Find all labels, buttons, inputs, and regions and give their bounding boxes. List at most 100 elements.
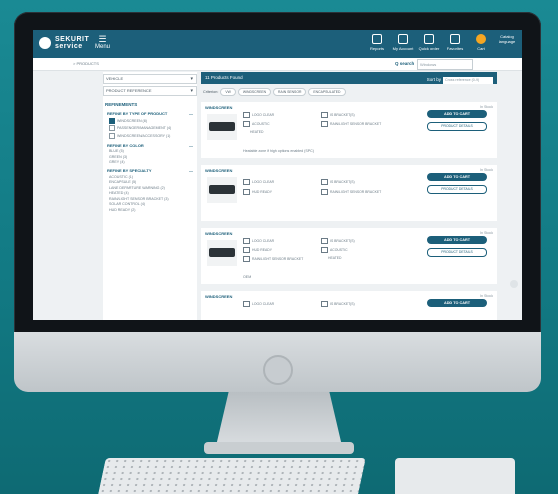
user-icon (398, 34, 408, 44)
refine-specialty-title[interactable]: REFINE BY SPECIALTY — (107, 168, 197, 173)
stock-status: In Stock (480, 168, 493, 172)
collapse-icon: — (189, 111, 193, 116)
spec-icon (243, 179, 250, 185)
refine-option[interactable]: HEATED (4) (109, 191, 197, 195)
refine-option[interactable]: WINDSCREEN (8) (109, 117, 197, 124)
spec-item: LOGO CLEAR (243, 301, 274, 307)
product-image[interactable] (207, 114, 237, 140)
refine-option[interactable]: PASSENGER/MANAGEMENT (4) (109, 125, 197, 131)
criteria-chip[interactable]: WINDSCREEN (237, 88, 272, 96)
scroll-to-top-button[interactable] (510, 280, 518, 288)
spec-icon (321, 112, 328, 118)
product-title[interactable]: WINDSCREEN (205, 105, 232, 110)
refine-option-label: PASSENGER/MANAGEMENT (4) (117, 126, 172, 130)
product-card: WINDSCREEN In Stock LOGO CLEAR IS BRACKE… (201, 102, 497, 158)
spec-item: IS BRACKET(S) (321, 238, 355, 244)
product-image[interactable] (207, 240, 237, 266)
keyboard (98, 458, 366, 494)
product-details-button[interactable]: PRODUCT DETAILS (427, 185, 487, 194)
refine-option[interactable]: SOLAR CONTROL (4) (109, 202, 197, 206)
criteria-chip[interactable]: RAIN SENSOR (273, 88, 307, 96)
search-bar-row: > PRODUCTS Q search Windows (33, 58, 522, 71)
refine-option[interactable]: WINDSCREEN/ACCESSORY (1) (109, 132, 197, 139)
add-to-cart-button[interactable]: ADD TO CART (427, 173, 487, 181)
refine-option[interactable]: GREY (4) (109, 160, 197, 164)
favorites-label: Favorites (446, 46, 464, 51)
add-to-cart-button[interactable]: ADD TO CART (427, 236, 487, 244)
refine-option[interactable]: BLUE (5) (109, 149, 197, 153)
product-title[interactable]: WINDSCREEN (205, 231, 232, 236)
product-card: WINDSCREEN In Stock LOGO CLEAR IS BRACKE… (201, 291, 497, 320)
criteria-label: Criterion: (203, 90, 219, 94)
menu-label: Menu (95, 44, 111, 50)
collapse-icon: — (189, 142, 193, 148)
monitor-stand (216, 392, 342, 446)
refine-option[interactable]: GREEN (3) (109, 155, 197, 159)
brand-logo[interactable]: SEKURIT service (39, 36, 89, 50)
menu-button[interactable]: ☰ Menu (95, 35, 111, 51)
stock-status: In Stock (480, 294, 493, 298)
cart-icon (476, 34, 486, 44)
chevron-down-icon: ▾ (190, 76, 193, 82)
spec-label: IS BRACKET(S) (330, 302, 355, 306)
criteria-chip[interactable]: VW (220, 88, 236, 96)
star-icon (450, 34, 460, 44)
my-account-button[interactable]: My Account (392, 34, 414, 51)
spec-item: LOGO CLEAR (243, 112, 274, 118)
product-title[interactable]: WINDSCREEN (205, 168, 232, 173)
refine-option[interactable]: RAIN/LIGHT SENSOR BRACKET (3) (109, 197, 197, 201)
refine-type-title[interactable]: REFINE BY TYPE OF PRODUCT — (107, 111, 197, 116)
product-details-button[interactable]: PRODUCT DETAILS (427, 248, 487, 257)
product-card: WINDSCREEN In Stock LOGO CLEAR IS BRACKE… (201, 228, 497, 284)
criteria-chip[interactable]: ENCAPSULATED (308, 88, 346, 96)
product-reference-label: PRODUCT REFERENCE (106, 88, 152, 93)
reports-icon (372, 34, 382, 44)
spec-icon (243, 247, 250, 253)
spec-icon (321, 247, 328, 253)
spec-label: ACOUSTIC (330, 248, 348, 252)
refine-color-title[interactable]: REFINE BY COLOR — (107, 143, 197, 148)
reports-button[interactable]: Reports (366, 34, 388, 51)
product-title[interactable]: WINDSCREEN (205, 294, 232, 299)
add-to-cart-button[interactable]: ADD TO CART (427, 110, 487, 118)
spec-icon (321, 121, 328, 127)
spec-label: HUD READY (252, 190, 272, 194)
spec-item: LOGO CLEAR (243, 179, 274, 185)
breadcrumb[interactable]: > PRODUCTS (73, 61, 99, 66)
spec-label: LOGO CLEAR (252, 239, 275, 243)
search-input[interactable]: Windows (417, 59, 473, 70)
quick-order-button[interactable]: Quick order (418, 34, 440, 51)
product-image[interactable] (207, 177, 237, 203)
checkbox-checked[interactable] (109, 117, 115, 124)
favorites-button[interactable]: Favorites (444, 34, 466, 51)
brand-mark-icon (39, 37, 51, 49)
refine-option[interactable]: HUD READY (2) (109, 208, 197, 212)
checkbox[interactable] (109, 132, 115, 139)
vehicle-filter[interactable]: VEHICLE ▾ (103, 74, 197, 84)
add-to-cart-button[interactable]: ADD TO CART (427, 299, 487, 307)
quick-order-label: Quick order (418, 46, 440, 51)
product-reference-filter[interactable]: PRODUCT REFERENCE ▾ (103, 86, 197, 96)
spec-item: HUD READY (243, 189, 272, 195)
language-selector[interactable]: Catalog language (496, 34, 518, 51)
refine-option[interactable]: LANE DEPARTURE WARNING (2) (109, 186, 197, 190)
sort-control: Sort by Cross reference (0-9) (427, 74, 493, 86)
spec-icon (243, 189, 250, 195)
spec-item: LOGO CLEAR (243, 238, 274, 244)
cart-button[interactable]: Cart (470, 34, 492, 51)
product-details-button[interactable]: PRODUCT DETAILS (427, 122, 487, 131)
checkbox[interactable] (109, 125, 115, 131)
stock-status: In Stock (480, 105, 493, 109)
spec-label: IS BRACKET(S) (330, 113, 355, 117)
monitor-stand-base (204, 442, 354, 454)
refine-option-label: WINDSCREEN (8) (117, 118, 147, 123)
refine-option[interactable]: ACOUSTIC (1) (109, 175, 197, 179)
refine-type-label: REFINE BY TYPE OF PRODUCT (107, 111, 168, 116)
sort-select[interactable]: Cross reference (0-9) (443, 76, 493, 84)
header-actions: Reports My Account Quick order Favorites… (366, 34, 518, 51)
top-navigation-bar: SEKURIT service ☰ Menu Reports My Accoun… (33, 30, 522, 58)
spec-label: IS BRACKET(S) (330, 239, 355, 243)
refine-option[interactable]: ENCAPSULE (5) (109, 180, 197, 184)
spec-label: LOGO CLEAR (252, 302, 275, 306)
spec-item: ACOUSTIC (321, 247, 348, 253)
